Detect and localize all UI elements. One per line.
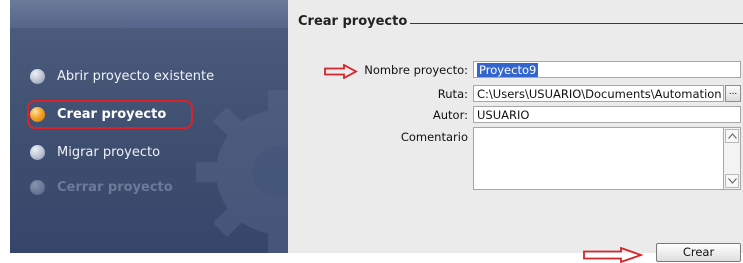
comentario-label: Comentario — [400, 130, 468, 144]
annotation-highlight-box — [27, 100, 193, 129]
sidebar-item-cerrar-proyecto: Cerrar proyecto — [30, 175, 173, 199]
scroll-down-arrow-icon — [727, 178, 737, 184]
comentario-textarea[interactable] — [473, 127, 724, 190]
ruta-input[interactable]: C:\Users\USUARIO\Documents\Automation — [473, 85, 724, 102]
sidebar-item-label: Migrar proyecto — [57, 144, 161, 160]
sidebar-item-label: Abrir proyecto existente — [57, 68, 215, 84]
ruta-label: Ruta: — [437, 87, 468, 101]
disabled-bullet-icon — [30, 179, 45, 195]
create-project-form: Crear proyecto Nombre proyecto: Proyecto… — [288, 0, 743, 263]
comentario-scrollbar[interactable] — [724, 127, 741, 190]
browse-button[interactable]: ... — [725, 85, 741, 102]
section-header: Crear proyecto — [298, 14, 407, 29]
sidebar-panel: Abrir proyecto existente Crear proyecto … — [10, 0, 288, 253]
section-title: Crear proyecto — [298, 14, 408, 29]
scroll-down-button[interactable] — [725, 174, 739, 188]
gray-bullet-icon — [30, 68, 45, 84]
sidebar-item-migrar-proyecto[interactable]: Migrar proyecto — [30, 140, 160, 164]
annotation-right-arrow-icon — [583, 247, 643, 263]
autor-label: Autor: — [432, 108, 468, 122]
sidebar-item-abrir-proyecto[interactable]: Abrir proyecto existente — [30, 64, 214, 88]
nombre-proyecto-value: Proyecto9 — [477, 63, 539, 77]
nombre-proyecto-label: Nombre proyecto: — [364, 63, 468, 77]
nombre-proyecto-input[interactable]: Proyecto9 — [473, 61, 741, 78]
autor-input[interactable]: USUARIO — [473, 106, 741, 123]
sidebar-item-label: Cerrar proyecto — [57, 179, 173, 195]
section-divider — [410, 23, 743, 24]
scroll-up-button[interactable] — [725, 129, 739, 143]
gear-watermark-icon — [196, 90, 288, 253]
scroll-up-arrow-icon — [727, 133, 737, 139]
sidebar-top-bar — [10, 0, 288, 28]
gray-bullet-icon — [30, 144, 45, 160]
